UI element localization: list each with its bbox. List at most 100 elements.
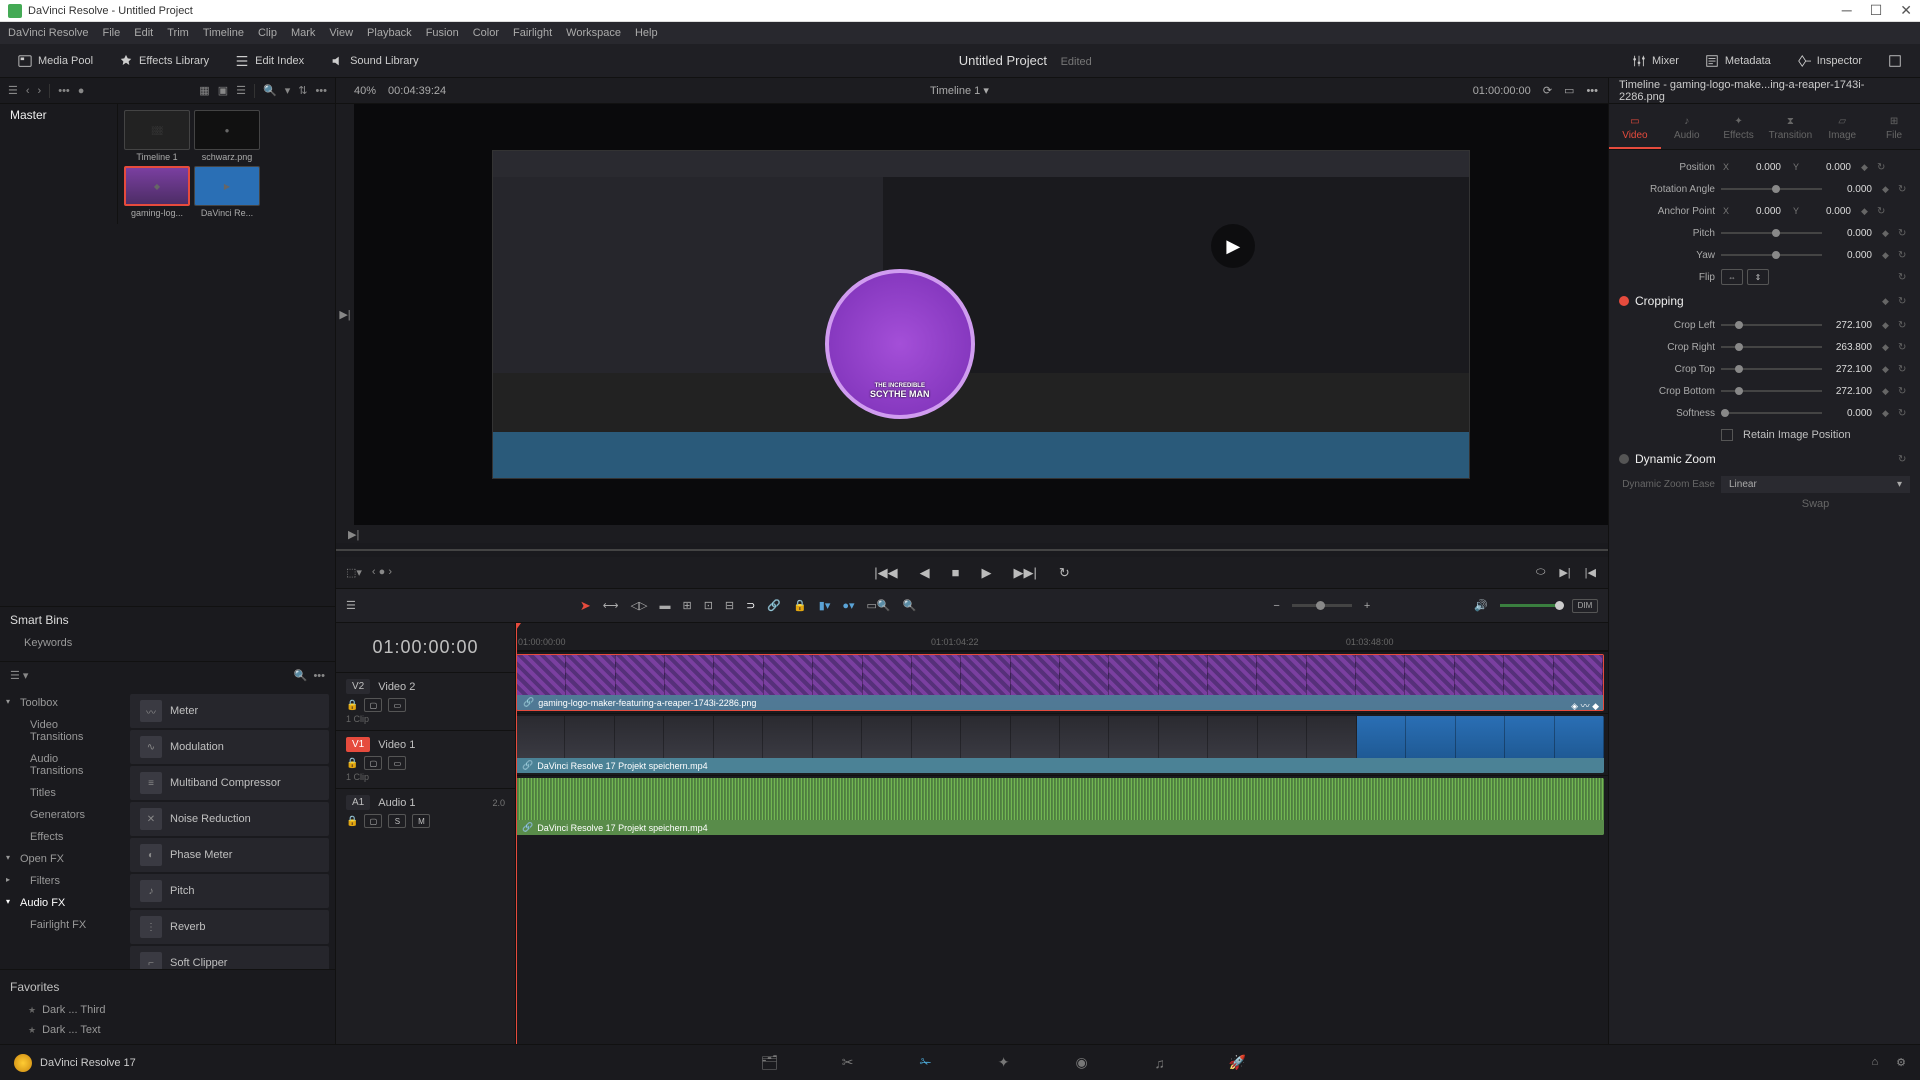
flip-h-button[interactable]: ⇔ [1721, 269, 1743, 285]
menu-item[interactable]: Edit [134, 27, 153, 39]
menu-item[interactable]: DaVinci Resolve [8, 27, 89, 39]
zoom-in-icon[interactable]: + [1364, 600, 1370, 612]
more-icon[interactable]: ••• [315, 85, 327, 97]
edit-index-button[interactable]: Edit Index [227, 50, 312, 72]
view-thumb-icon[interactable]: ▦ [199, 84, 209, 97]
rotation-slider[interactable] [1721, 188, 1822, 190]
pitch-val[interactable]: 0.000 [1828, 228, 1876, 239]
loop-icon[interactable]: ⟳ [1543, 84, 1552, 97]
reset-icon[interactable]: ↻ [1898, 272, 1910, 283]
track-id[interactable]: V1 [346, 737, 370, 752]
retain-checkbox[interactable] [1721, 429, 1733, 441]
timeline-name[interactable]: Timeline 1 [930, 85, 980, 97]
next-clip-icon[interactable]: ▶| [348, 528, 359, 541]
tab-image[interactable]: ▱Image [1816, 110, 1868, 149]
replace-icon[interactable]: ⊟ [725, 599, 734, 612]
fx-item[interactable]: ≡Multiband Compressor [130, 766, 329, 800]
reset-icon[interactable]: ↻ [1898, 228, 1910, 239]
play-icon[interactable]: ▶ [981, 565, 991, 581]
prev-edit-icon[interactable]: |◀ [1585, 566, 1596, 579]
clip-thumb[interactable]: ●schwarz.png [194, 110, 260, 162]
insert-icon[interactable]: ⊞ [682, 599, 691, 612]
crop-top-val[interactable]: 272.100 [1828, 364, 1876, 375]
marker-icon[interactable]: ●▾ [842, 599, 854, 612]
menu-item[interactable]: Fairlight [513, 27, 552, 39]
mute-button[interactable]: M [412, 814, 430, 828]
fx-cat[interactable]: Fairlight FX [0, 914, 124, 936]
tab-file[interactable]: ⊞File [1868, 110, 1920, 149]
menu-item[interactable]: Mark [291, 27, 315, 39]
record-timecode[interactable]: 01:00:00:00 [1473, 85, 1531, 97]
track-head-v2[interactable]: V2 Video 2 🔒 ▢ ▭ 1 Clip [336, 672, 515, 730]
anchor-y[interactable]: 0.000 [1807, 206, 1855, 217]
yaw-slider[interactable] [1721, 254, 1822, 256]
keyframe-icon[interactable]: ◆ [1882, 184, 1892, 195]
timeline-zoom-icon[interactable]: 🔍 [903, 599, 917, 612]
softness-val[interactable]: 0.000 [1828, 408, 1876, 419]
crop-left-val[interactable]: 272.100 [1828, 320, 1876, 331]
menu-item[interactable]: Help [635, 27, 658, 39]
viewer-zoom[interactable]: 40% [354, 85, 376, 97]
auto-select-icon[interactable]: ▢ [364, 698, 382, 712]
fx-item[interactable]: ∿Modulation [130, 730, 329, 764]
flip-v-button[interactable]: ⇕ [1747, 269, 1769, 285]
page-fairlight-icon[interactable]: ♫ [1147, 1053, 1173, 1073]
page-media-icon[interactable]: 🗂 [757, 1053, 783, 1073]
bin-view-icon[interactable]: ☰ [8, 84, 18, 97]
fx-panel-icon[interactable]: ☰ ▾ [10, 669, 28, 682]
sound-library-button[interactable]: Sound Library [322, 50, 427, 72]
menu-item[interactable]: Trim [167, 27, 189, 39]
crop-top-slider[interactable] [1721, 368, 1822, 370]
crop-left-slider[interactable] [1721, 324, 1822, 326]
softness-slider[interactable] [1721, 412, 1822, 414]
anchor-x[interactable]: 0.000 [1737, 206, 1785, 217]
solo-button[interactable]: S [388, 814, 406, 828]
fx-item[interactable]: ✕Noise Reduction [130, 802, 329, 836]
overwrite-icon[interactable]: ⊡ [704, 599, 713, 612]
dim-button[interactable]: DIM [1572, 599, 1598, 613]
dz-toggle[interactable] [1619, 454, 1629, 464]
fx-cat[interactable]: Video Transitions [0, 714, 124, 748]
tab-audio[interactable]: ♪Audio [1661, 110, 1713, 149]
keyframe-icon[interactable]: ◆ [1882, 386, 1892, 397]
menu-item[interactable]: Color [473, 27, 499, 39]
maximize-icon[interactable]: ☐ [1870, 2, 1883, 19]
more-icon[interactable]: ••• [58, 85, 70, 97]
tab-effects[interactable]: ✦Effects [1713, 110, 1765, 149]
inspector-button[interactable]: Inspector [1789, 50, 1870, 72]
more-icon[interactable]: ••• [313, 670, 325, 682]
fx-cat[interactable]: Titles [0, 782, 124, 804]
track-lane-a1[interactable]: 🔗DaVinci Resolve 17 Projekt speichern.mp… [516, 775, 1608, 837]
reset-icon[interactable]: ↻ [1898, 320, 1910, 331]
first-frame-icon[interactable]: |◀◀ [874, 565, 897, 581]
fx-item[interactable]: ♪Pitch [130, 874, 329, 908]
view-grid-icon[interactable]: ▣ [218, 84, 228, 97]
lock-flag-icon[interactable]: 🔒 [793, 599, 807, 612]
clip-thumb[interactable]: ░░Timeline 1 [124, 110, 190, 162]
mark-in-icon[interactable]: ⬚▾ [346, 566, 362, 579]
minimize-icon[interactable]: ─ [1842, 2, 1852, 19]
dz-ease-select[interactable]: Linear▾ [1721, 476, 1910, 493]
track-head-a1[interactable]: A1 Audio 1 2.0 🔒 ▢ S M [336, 788, 515, 834]
project-settings-icon[interactable]: ⚙ [1896, 1056, 1906, 1069]
keyframe-icon[interactable]: ◆ [1882, 296, 1892, 307]
reset-icon[interactable]: ↻ [1877, 162, 1889, 173]
menu-item[interactable]: Fusion [426, 27, 459, 39]
selection-tool-icon[interactable]: ➤ [580, 598, 591, 614]
fx-cat[interactable]: Audio Transitions [0, 748, 124, 782]
track-id[interactable]: V2 [346, 679, 370, 694]
reset-icon[interactable]: ↻ [1898, 386, 1910, 397]
clip-thumb[interactable]: ◆gaming-log... [124, 166, 190, 218]
reset-icon[interactable]: ↻ [1898, 184, 1910, 195]
track-head-v1[interactable]: V1 Video 1 🔒 ▢ ▭ 1 Clip [336, 730, 515, 788]
favorite-item[interactable]: Dark ... Third [0, 1000, 335, 1020]
dynamic-trim-icon[interactable]: ◁▷ [631, 599, 648, 612]
page-fusion-icon[interactable]: ✦ [991, 1053, 1017, 1073]
track-id[interactable]: A1 [346, 795, 370, 810]
bin-master[interactable]: Master [0, 104, 117, 126]
swap-button[interactable]: Swap [1721, 498, 1910, 510]
keyframe-icon[interactable]: ◆ [1882, 364, 1892, 375]
stop-icon[interactable]: ■ [952, 565, 960, 580]
smart-bin-keywords[interactable]: Keywords [0, 633, 335, 653]
flag-icon[interactable]: ▮▾ [819, 599, 831, 612]
